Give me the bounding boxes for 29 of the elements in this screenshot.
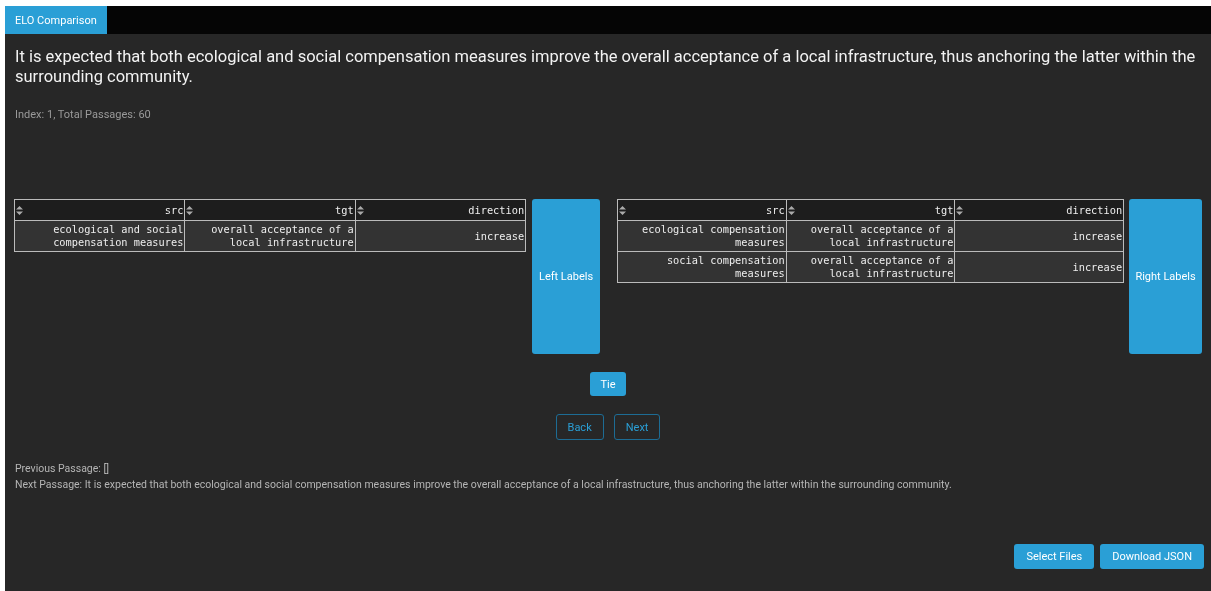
sort-icon	[16, 205, 23, 215]
labels-button[interactable]: Right Labels	[1129, 199, 1202, 354]
table-cell: ecological and social compensation measures	[14, 220, 185, 252]
column-title: tgt	[934, 203, 954, 217]
table-cell: increase	[954, 220, 1124, 252]
passage-text: It is expected that both ecological and social compensation measures improve the overall acceptance of a local infrastructure, thus anchoring the latter within the surrounding community.	[15, 47, 1197, 87]
tie-button[interactable]: Tie	[590, 372, 626, 396]
column-title: src	[766, 203, 785, 217]
table-cell: overall acceptance of a local infrastructure	[786, 220, 955, 252]
nav-button[interactable]: Back	[555, 414, 604, 440]
nav-button[interactable]: Next	[613, 414, 661, 440]
table-cell: ecological compensation measures	[617, 220, 787, 252]
tab[interactable]: ELO Comparison	[5, 6, 107, 34]
table-cell: increase	[954, 251, 1124, 283]
sort-icon	[619, 205, 626, 215]
labels-button[interactable]: Left Labels	[532, 199, 600, 354]
previous-passage: Previous Passage: []	[15, 461, 111, 477]
table-cell: social compensation measures	[617, 251, 787, 283]
column-title: direction	[468, 203, 525, 217]
table-cell: overall acceptance of a local infrastructure	[786, 251, 955, 283]
next-passage: Next Passage: It is expected that both ecological and social compensation measures improve the overall acceptance of a local infrastructure, thus anchoring the latter within the surrounding community.	[15, 477, 953, 493]
table-cell: increase	[355, 220, 526, 252]
table-cell: overall acceptance of a local infrastructure	[184, 220, 356, 252]
column-title: tgt	[335, 203, 354, 217]
action-button[interactable]: Download JSON	[1100, 544, 1204, 569]
action-button[interactable]: Select Files	[1014, 544, 1095, 569]
column-title: src	[164, 203, 184, 217]
column-title: direction	[1066, 203, 1123, 217]
index-info: Index: 1, Total Passages: 60	[15, 108, 152, 121]
